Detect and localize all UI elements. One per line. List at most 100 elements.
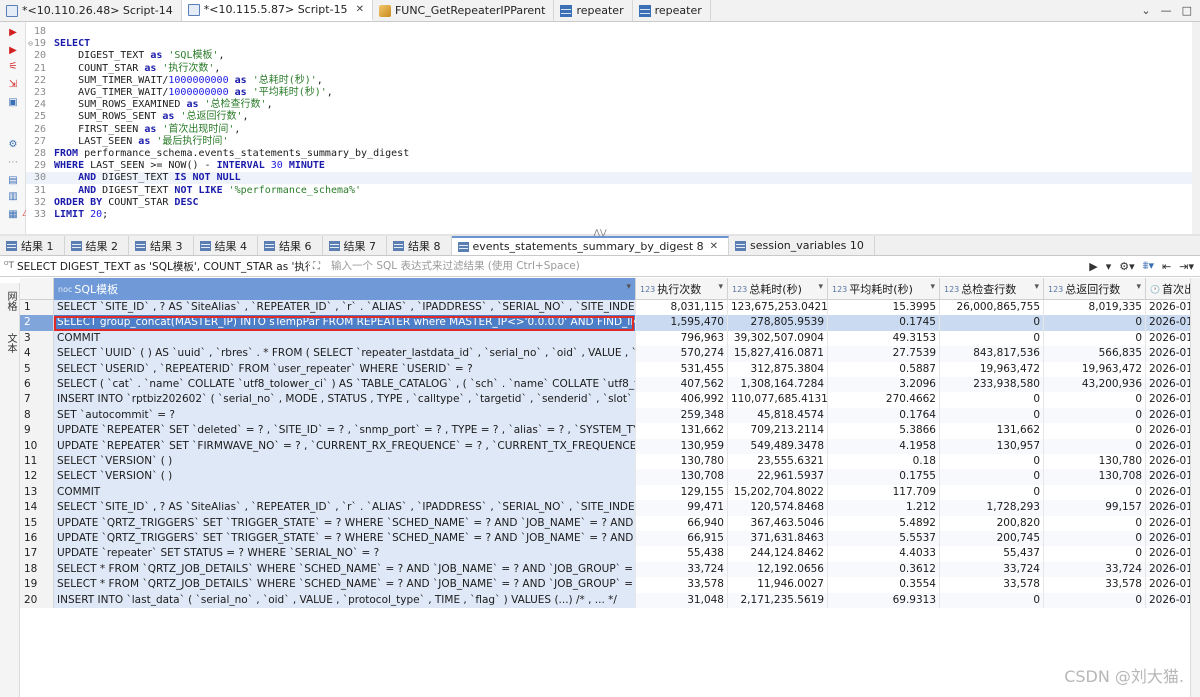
- table-cell[interactable]: 0.5887: [828, 361, 940, 377]
- row-number[interactable]: 19: [20, 577, 54, 593]
- table-row[interactable]: 8 SET `autocommit` = ? 259,348 45,818.4574 0…: [20, 407, 1200, 424]
- table-row[interactable]: 6 SELECT ( `cat` . `name` COLLATE `utf8_t…: [20, 377, 1200, 393]
- table-cell[interactable]: 843,817,536: [940, 346, 1044, 362]
- table-cell[interactable]: 0: [1044, 484, 1146, 501]
- table-cell[interactable]: 531,455: [636, 361, 728, 377]
- result-tab-4[interactable]: 结果 4: [194, 236, 258, 255]
- table-cell[interactable]: 131,662: [636, 423, 728, 439]
- table-cell[interactable]: 69.9313: [828, 592, 940, 608]
- maximize-icon[interactable]: □: [1182, 4, 1192, 17]
- table-cell[interactable]: 66,915: [636, 531, 728, 547]
- result-tab-7[interactable]: 结果 8: [387, 236, 452, 255]
- table-cell[interactable]: 11,946.0027: [728, 577, 828, 593]
- table-cell[interactable]: 406,992: [636, 392, 728, 408]
- table-cell[interactable]: 22,961.5937: [728, 469, 828, 485]
- result-tab-3[interactable]: 结果 3: [129, 236, 194, 255]
- table-cell[interactable]: 0: [1044, 407, 1146, 424]
- funnel-icon[interactable]: ⩩▾: [1143, 259, 1154, 273]
- table-cell[interactable]: 0: [1044, 392, 1146, 408]
- table-cell[interactable]: 233,938,580: [940, 377, 1044, 393]
- row-number[interactable]: 17: [20, 546, 54, 562]
- filter-settings-icon[interactable]: ⚙▾: [1119, 260, 1134, 273]
- table-cell[interactable]: 33,724: [940, 561, 1044, 578]
- table-cell[interactable]: 1,308,164.7284: [728, 377, 828, 393]
- table-cell[interactable]: 0.1745: [828, 315, 940, 331]
- row-number[interactable]: 11: [20, 454, 54, 470]
- sort-filter-icon[interactable]: ▾: [930, 282, 935, 292]
- back-icon[interactable]: ⇤: [1162, 260, 1171, 273]
- table-row[interactable]: 15 UPDATE `QRTZ_TRIGGERS` SET `TRIGGER_ST…: [20, 515, 1200, 531]
- row-number[interactable]: 4: [20, 346, 54, 362]
- result-tab-6[interactable]: 结果 7: [323, 236, 387, 255]
- table-cell[interactable]: 4.1958: [828, 438, 940, 454]
- table-cell[interactable]: 0.3554: [828, 577, 940, 593]
- table-cell[interactable]: 0: [940, 315, 1044, 331]
- table-cell[interactable]: 200,745: [940, 531, 1044, 547]
- table-cell[interactable]: 0.1755: [828, 469, 940, 485]
- editor-tab-1[interactable]: *<10.110.26.48> Script-14: [0, 0, 182, 21]
- table-cell[interactable]: UPDATE `QRTZ_TRIGGERS` SET `TRIGGER_STAT…: [54, 515, 636, 531]
- filter-history-icon[interactable]: ▾: [1106, 260, 1112, 273]
- format-icon[interactable]: ▥: [6, 190, 20, 203]
- column-header-3[interactable]: 123 总耗时(秒) ▾: [728, 278, 828, 300]
- more-icon[interactable]: ⋯: [6, 156, 20, 169]
- table-cell[interactable]: 0.3612: [828, 561, 940, 578]
- settings-icon[interactable]: ⚙: [6, 138, 20, 151]
- table-cell[interactable]: 3.2096: [828, 377, 940, 393]
- editor-scrollbar[interactable]: [1192, 22, 1200, 234]
- sql-editor[interactable]: 1819SELECT20 DIGEST_TEXT as 'SQL模板',21 C…: [26, 22, 1192, 234]
- editor-tab-2[interactable]: *<10.115.5.87> Script-15 ✕: [181, 0, 373, 21]
- table-row[interactable]: 3 COMMIT 796,963 39,302,507.0904 49.3153 0 0 20…: [20, 330, 1200, 347]
- minimize-icon[interactable]: —: [1161, 4, 1172, 17]
- table-cell[interactable]: 39,302,507.0904: [728, 330, 828, 347]
- save-icon[interactable]: ▦: [6, 208, 20, 221]
- table-cell[interactable]: 570,274: [636, 346, 728, 362]
- table-cell[interactable]: 0: [1044, 315, 1146, 331]
- table-cell[interactable]: 0.1764: [828, 407, 940, 424]
- table-cell[interactable]: INSERT INTO `rptbiz202602` ( `serial_no`…: [54, 392, 636, 408]
- row-number[interactable]: 12: [20, 469, 54, 485]
- table-row[interactable]: 1 SELECT `SITE_ID` , ? AS `SiteAlias` , `…: [20, 300, 1200, 316]
- table-cell[interactable]: UPDATE `QRTZ_TRIGGERS` SET `TRIGGER_STAT…: [54, 531, 636, 547]
- table-cell[interactable]: 0: [940, 392, 1044, 408]
- table-cell[interactable]: UPDATE `REPEATER` SET `deleted` = ? , `S…: [54, 423, 636, 439]
- expand-icon[interactable]: ⛶: [313, 261, 320, 272]
- table-cell[interactable]: 5.5537: [828, 531, 940, 547]
- sort-filter-icon[interactable]: ▾: [718, 282, 723, 292]
- table-cell[interactable]: 15,202,704.8022: [728, 484, 828, 501]
- table-cell[interactable]: 26,000,865,755: [940, 300, 1044, 316]
- table-cell[interactable]: SELECT ( `cat` . `name` COLLATE `utf8_to…: [54, 377, 636, 393]
- table-cell[interactable]: 709,213.2114: [728, 423, 828, 439]
- table-cell[interactable]: 49.3153: [828, 330, 940, 347]
- table-cell[interactable]: 33,578: [1044, 577, 1146, 593]
- table-cell[interactable]: 5.3866: [828, 423, 940, 439]
- table-cell[interactable]: 0: [1044, 531, 1146, 547]
- table-cell[interactable]: 110,077,685.4131: [728, 392, 828, 408]
- row-number[interactable]: 5: [20, 361, 54, 377]
- table-cell[interactable]: SELECT `UUID` ( ) AS `uuid` , `rbres` . …: [54, 346, 636, 362]
- table-row[interactable]: 20 INSERT INTO `last_data` ( `serial_no` …: [20, 592, 1200, 608]
- results-grid[interactable]: noc SQL模板 ▾ 123 执行次数 ▾ 123 总耗时(秒) ▾ 123 平均耗时(秒) ▾ 12…: [20, 278, 1200, 697]
- table-cell[interactable]: 120,574.8468: [728, 500, 828, 516]
- table-cell[interactable]: 5.4892: [828, 515, 940, 531]
- table-cell[interactable]: COMMIT: [54, 484, 636, 501]
- table-cell[interactable]: 1,728,293: [940, 500, 1044, 516]
- table-cell[interactable]: INSERT INTO `last_data` ( `serial_no` , …: [54, 592, 636, 608]
- close-tab-icon[interactable]: ✕: [356, 4, 364, 15]
- table-cell[interactable]: 312,875.3804: [728, 361, 828, 377]
- table-cell[interactable]: 15.3995: [828, 300, 940, 316]
- row-number[interactable]: 18: [20, 561, 54, 578]
- table-cell[interactable]: 23,555.6321: [728, 454, 828, 470]
- row-number[interactable]: 9: [20, 423, 54, 439]
- table-cell[interactable]: 99,157: [1044, 500, 1146, 516]
- table-cell[interactable]: 131,662: [940, 423, 1044, 439]
- table-cell[interactable]: 43,200,936: [1044, 377, 1146, 393]
- table-row[interactable]: 5 SELECT `USERID` , `REPEATERID` FROM `us…: [20, 361, 1200, 377]
- table-row[interactable]: 17 UPDATE `repeater` SET STATUS = ? WHERE…: [20, 546, 1200, 562]
- table-cell[interactable]: SELECT `SITE_ID` , ? AS `SiteAlias` , `R…: [54, 500, 636, 516]
- table-cell[interactable]: 0: [1044, 330, 1146, 347]
- table-cell[interactable]: 796,963: [636, 330, 728, 347]
- filter-input[interactable]: [323, 257, 1084, 275]
- table-cell[interactable]: 19,963,472: [1044, 361, 1146, 377]
- column-header-5[interactable]: 123 总检查行数 ▾: [940, 278, 1044, 300]
